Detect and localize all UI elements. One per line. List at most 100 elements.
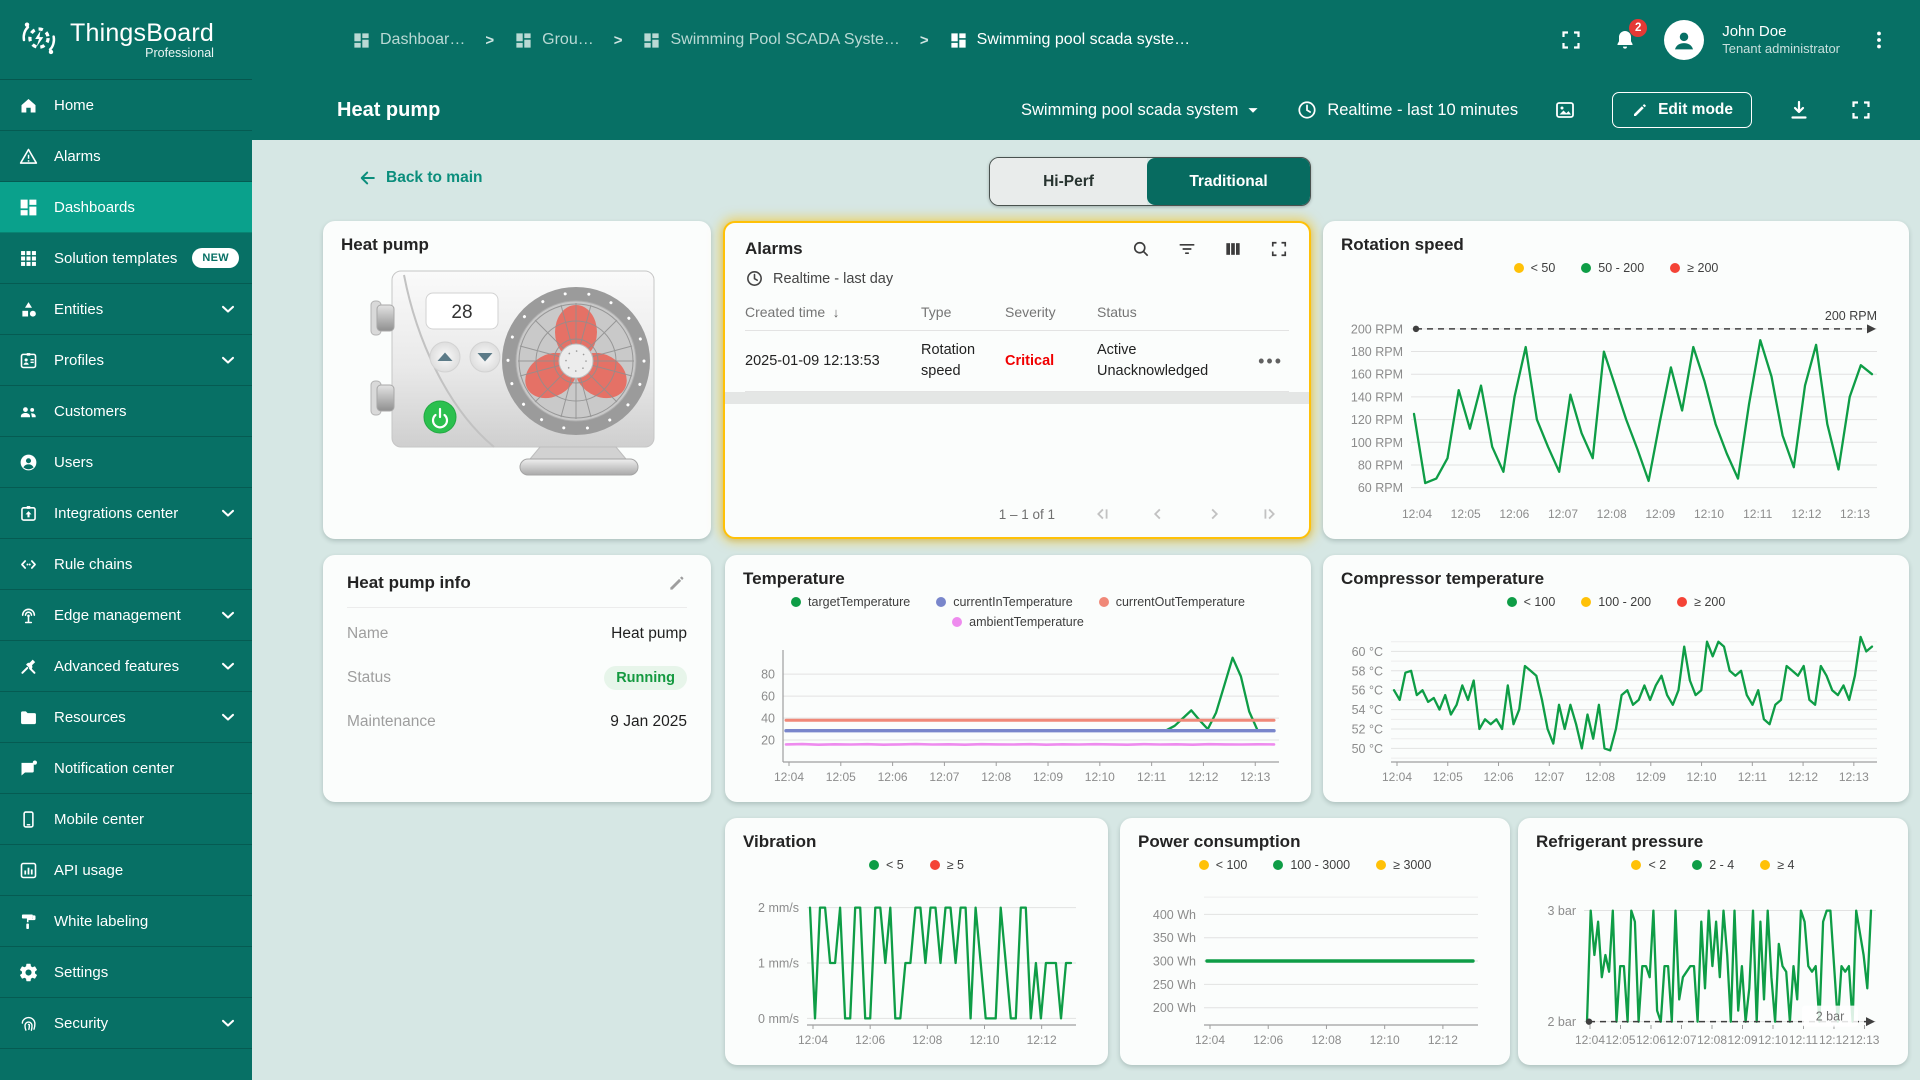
svg-text:2 bar: 2 bar [1816,1010,1845,1024]
prev-page-icon[interactable] [1147,503,1169,525]
sidebar-item-users[interactable]: Users [0,437,252,488]
increase-button[interactable] [430,342,460,372]
first-page-icon[interactable] [1091,503,1113,525]
breadcrumb-item[interactable]: Grou… [514,31,594,50]
legend-item[interactable]: < 50 [1514,261,1556,275]
breadcrumb-item[interactable]: Swimming Pool SCADA Syste… [642,31,899,50]
timewindow-button[interactable]: Realtime - last 10 minutes [1296,99,1518,121]
alarm-status-line2: Unacknowledged [1097,361,1255,382]
sidebar-item-customers[interactable]: Customers [0,386,252,437]
legend-item[interactable]: < 5 [869,858,904,872]
sidebar-item-dashboards[interactable]: Dashboards [0,182,252,233]
sidebar-item-home[interactable]: Home [0,80,252,131]
legend-item[interactable]: currentOutTemperature [1099,595,1245,609]
sidebar-item-alarms[interactable]: Alarms [0,131,252,182]
sidebar-item-rule-chains[interactable]: Rule chains [0,539,252,590]
column-header-severity[interactable]: Severity [1005,304,1097,320]
download-icon[interactable] [1784,95,1814,125]
columns-icon[interactable] [1223,239,1243,259]
column-header-status[interactable]: Status [1097,304,1255,320]
sidebar-item-settings[interactable]: Settings [0,947,252,998]
dashboard-state-select[interactable]: Swimming pool scada system [1021,99,1264,121]
dashboard-icon [642,31,661,50]
sidebar-item-security[interactable]: Security [0,998,252,1049]
sidebar-item-advanced-features[interactable]: Advanced features [0,641,252,692]
back-to-main-link[interactable]: Back to main [358,168,482,188]
toggle-traditional[interactable]: Traditional [1147,158,1310,205]
column-header-created-time[interactable]: Created time ↓ [745,304,921,320]
last-page-icon[interactable] [1259,503,1281,525]
sidebar-item-label: Alarms [54,148,101,165]
dashboards-icon [17,196,39,218]
breadcrumb-item[interactable]: Dashboar… [352,31,465,50]
alarms-table-header: Created time ↓TypeSeverityStatus [745,304,1289,330]
new-badge: NEW [192,248,239,268]
mode-toggle: Hi-Perf Traditional [989,157,1311,206]
user-info[interactable]: John Doe Tenant administrator [1722,23,1840,58]
sidebar-item-edge-management[interactable]: Edge management [0,590,252,641]
status-badge: Running [604,666,687,690]
legend-dot [1670,263,1680,273]
table-row[interactable]: 2025-01-09 12:13:53Rotation speedCritica… [745,330,1289,392]
row-actions-icon[interactable]: ••• [1258,351,1289,372]
legend-item[interactable]: ambientTemperature [952,615,1084,629]
legend-item[interactable]: 100 - 3000 [1273,858,1350,872]
legend-item[interactable]: 50 - 200 [1581,261,1644,275]
sidebar-item-notification-center[interactable]: Notification center [0,743,252,794]
widget-fullscreen-icon[interactable] [1269,239,1289,259]
legend-item[interactable]: ≥ 4 [1760,858,1794,872]
alarms-timewindow[interactable]: Realtime - last day [745,269,1289,288]
edit-mode-button[interactable]: Edit mode [1612,92,1752,128]
svg-text:100 RPM: 100 RPM [1351,436,1403,450]
decrease-button[interactable] [470,342,500,372]
chevron-down-icon [218,707,238,727]
search-icon[interactable] [1131,239,1151,259]
legend-item[interactable]: 2 - 4 [1692,858,1734,872]
legend-item[interactable]: < 100 [1507,595,1556,609]
svg-text:12:07: 12:07 [1666,1033,1696,1047]
sidebar-item-mobile-center[interactable]: Mobile center [0,794,252,845]
legend-item[interactable]: targetTemperature [791,595,910,609]
sidebar-item-solution-templates[interactable]: Solution templatesNEW [0,233,252,284]
sidebar-item-white-labeling[interactable]: White labeling [0,896,252,947]
fullscreen-icon[interactable] [1556,25,1586,55]
more-menu-icon[interactable] [1864,25,1894,55]
edit-pencil-icon[interactable] [667,573,687,593]
legend-item[interactable]: < 100 [1199,858,1248,872]
toolbar-fullscreen-icon[interactable] [1846,95,1876,125]
svg-text:12:06: 12:06 [1484,770,1514,784]
legend-label: 50 - 200 [1598,261,1644,275]
legend-item[interactable]: ≥ 5 [930,858,964,872]
sidebar-item-api-usage[interactable]: API usage [0,845,252,896]
widget-compressor-temperature: Compressor temperature < 100100 - 200≥ 2… [1323,555,1909,802]
breadcrumb-label: Swimming pool scada syste… [977,31,1190,49]
legend-dot [1273,860,1283,870]
legend-item[interactable]: 100 - 200 [1581,595,1651,609]
sidebar-item-integrations-center[interactable]: Integrations center [0,488,252,539]
breadcrumb-item[interactable]: Swimming pool scada syste… [949,31,1190,50]
power-button[interactable] [424,401,456,433]
svg-text:400 Wh: 400 Wh [1153,908,1196,922]
sidebar-item-resources[interactable]: Resources [0,692,252,743]
toggle-hi-perf[interactable]: Hi-Perf [990,158,1147,205]
image-gallery-icon[interactable] [1550,95,1580,125]
legend-item[interactable]: currentInTemperature [936,595,1073,609]
avatar[interactable] [1664,20,1704,60]
sidebar-item-profiles[interactable]: Profiles [0,335,252,386]
legend-dot [791,597,801,607]
svg-text:120 RPM: 120 RPM [1351,413,1403,427]
next-page-icon[interactable] [1203,503,1225,525]
legend-item[interactable]: ≥ 3000 [1376,858,1431,872]
legend-item[interactable]: < 2 [1631,858,1666,872]
logo[interactable]: ThingsBoard Professional [0,0,252,80]
column-header-type[interactable]: Type [921,304,1005,320]
notifications-bell-icon[interactable]: 2 [1610,25,1640,55]
sidebar-item-entities[interactable]: Entities [0,284,252,335]
breadcrumb: Dashboar…>Grou…>Swimming Pool SCADA Syst… [352,31,1556,50]
svg-text:12:05: 12:05 [1605,1033,1635,1047]
legend-item[interactable]: ≥ 200 [1670,261,1718,275]
filter-icon[interactable] [1177,239,1197,259]
sidebar-item-label: Rule chains [54,556,132,573]
sidebar-item-label: API usage [54,862,123,879]
legend-item[interactable]: ≥ 200 [1677,595,1725,609]
